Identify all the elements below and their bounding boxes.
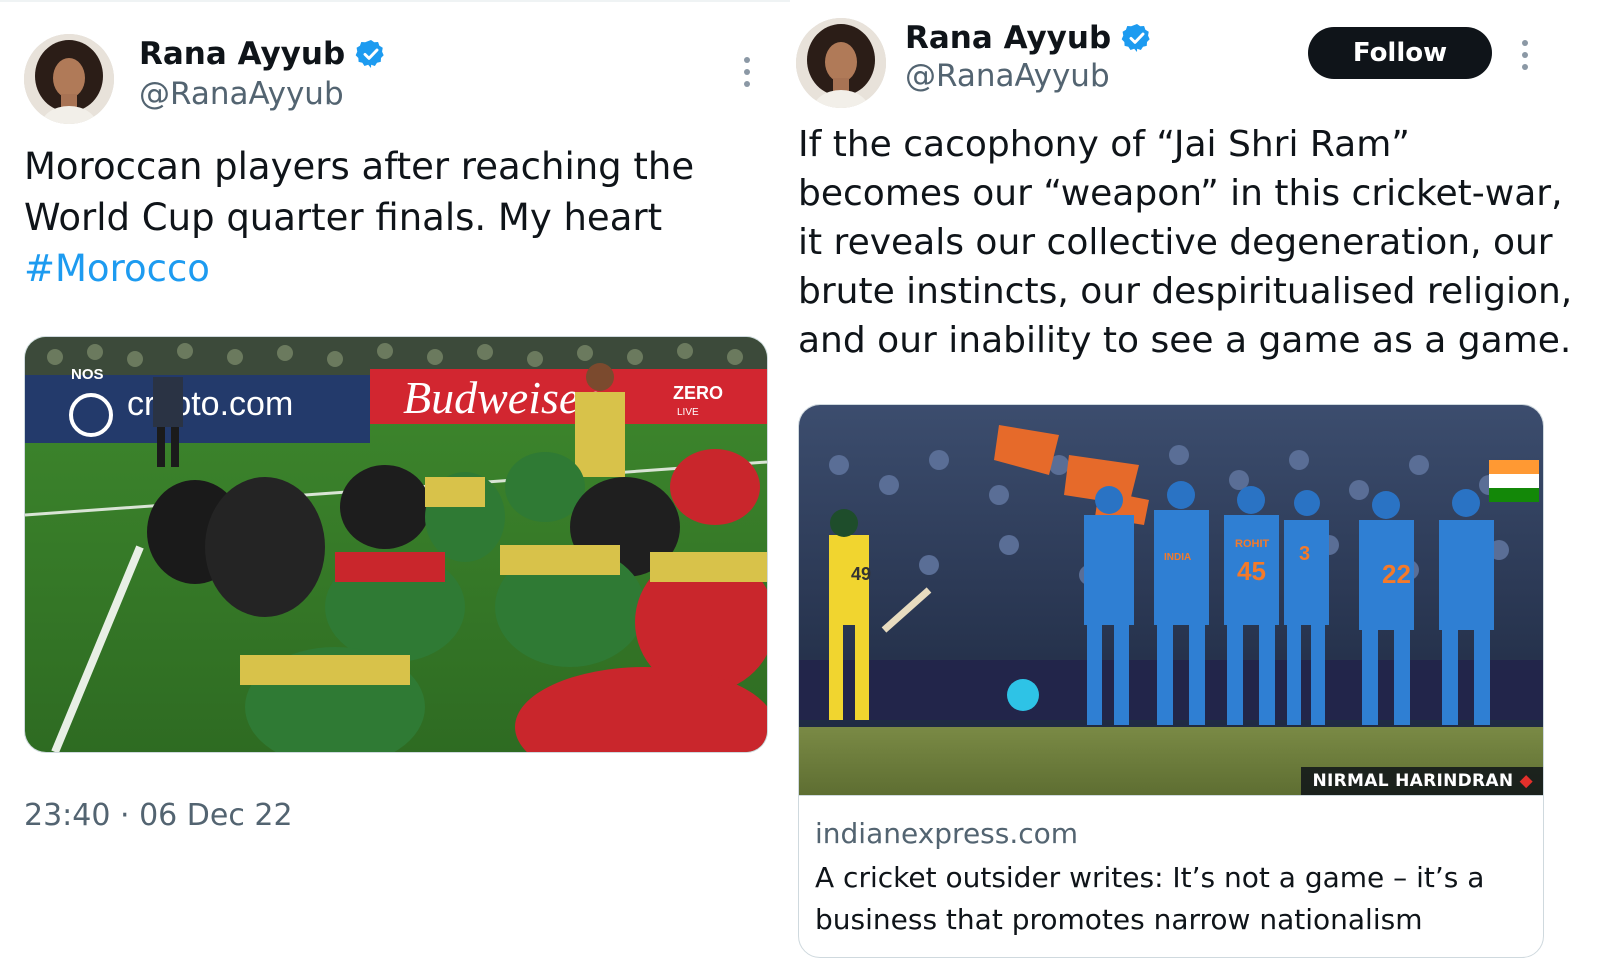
tweet-timestamp[interactable]: 23:40 · 06 Dec 22	[24, 798, 293, 833]
verified-badge-icon[interactable]	[355, 38, 387, 70]
tweet-text: If the cacophony of “Jai Shri Ram” becom…	[798, 120, 1588, 365]
card-title-line: business that promotes narrow nationalis…	[815, 903, 1423, 936]
card-title: A cricket outsider writes: It’s not a ga…	[815, 857, 1535, 941]
author-name-row: Rana Ayyub	[139, 36, 387, 72]
tweet-text-line: brute instincts, our despiritualised rel…	[798, 271, 1573, 312]
follow-button[interactable]: Follow	[1308, 27, 1492, 79]
photo-credit-logo-icon: ◆	[1519, 771, 1533, 791]
avatar-image	[796, 18, 886, 108]
photo-credit-text: NIRMAL HARINDRAN	[1312, 771, 1514, 791]
morocco-prayer-image: crypto.com Budweiser ZERO LIVE NOS	[25, 337, 767, 752]
tweet-text-line: it reveals our collective degeneration, …	[798, 222, 1553, 263]
author-avatar[interactable]	[24, 34, 114, 124]
ad-zero: ZERO	[673, 383, 723, 403]
card-title-line: A cricket outsider writes: It’s not a ga…	[815, 861, 1485, 894]
team-jersey-text: INDIA	[1164, 552, 1191, 563]
fielder-jersey-number: 22	[1382, 559, 1411, 589]
author-name[interactable]: Rana Ayyub	[139, 36, 345, 72]
author-handle[interactable]: @RanaAyyub	[905, 58, 1110, 94]
more-options-icon[interactable]	[1520, 40, 1530, 74]
author-handle[interactable]: @RanaAyyub	[139, 76, 344, 112]
broadcaster-logo: NOS	[71, 366, 104, 383]
cricket-team-image: 49 45 ROHIT 3 22 INDIA	[799, 405, 1543, 795]
card-divider	[799, 795, 1543, 796]
bowler-jersey-name: ROHIT	[1235, 538, 1270, 550]
author-avatar[interactable]	[796, 18, 886, 108]
verified-badge-icon[interactable]	[1121, 22, 1153, 54]
tweet-text-line: If the cacophony of “Jai Shri Ram”	[798, 124, 1410, 165]
fielder-jersey-number-2: 3	[1299, 543, 1310, 565]
author-name[interactable]: Rana Ayyub	[905, 20, 1111, 56]
link-card[interactable]: 49 45 ROHIT 3 22 INDIA NIRMAL HARINDRAN …	[798, 404, 1544, 958]
tweet-morocco: Rana Ayyub @RanaAyyub Moroccan players a…	[0, 0, 790, 967]
card-domain: indianexpress.com	[815, 817, 1079, 850]
tweet-cricket: Rana Ayyub @RanaAyyub Follow If the caco…	[790, 0, 1600, 965]
tweet-text-line: World Cup quarter finals. My heart	[24, 196, 663, 239]
more-options-icon[interactable]	[742, 57, 752, 91]
ad-crypto: crypto.com	[127, 385, 293, 423]
photo-credit: NIRMAL HARINDRAN ◆	[1300, 767, 1543, 795]
tweet-text-line: Moroccan players after reaching the	[24, 145, 695, 188]
tweet-media-photo[interactable]: crypto.com Budweiser ZERO LIVE NOS	[24, 336, 768, 753]
tweet-text-line: and our inability to see a game as a gam…	[798, 320, 1572, 361]
author-name-row: Rana Ayyub	[905, 20, 1153, 56]
link-card-image: 49 45 ROHIT 3 22 INDIA NIRMAL HARINDRAN …	[799, 405, 1543, 795]
bowler-jersey-number: 45	[1237, 556, 1266, 586]
batter-jersey-number: 49	[851, 564, 871, 584]
hashtag-link[interactable]: #Morocco	[24, 243, 764, 294]
tweet-text-line: becomes our “weapon” in this cricket-war…	[798, 173, 1563, 214]
tweet-text: Moroccan players after reaching the Worl…	[24, 141, 764, 294]
ad-budweiser: Budweiser	[403, 372, 598, 423]
avatar-image	[24, 34, 114, 124]
ad-live: LIVE	[677, 407, 699, 418]
